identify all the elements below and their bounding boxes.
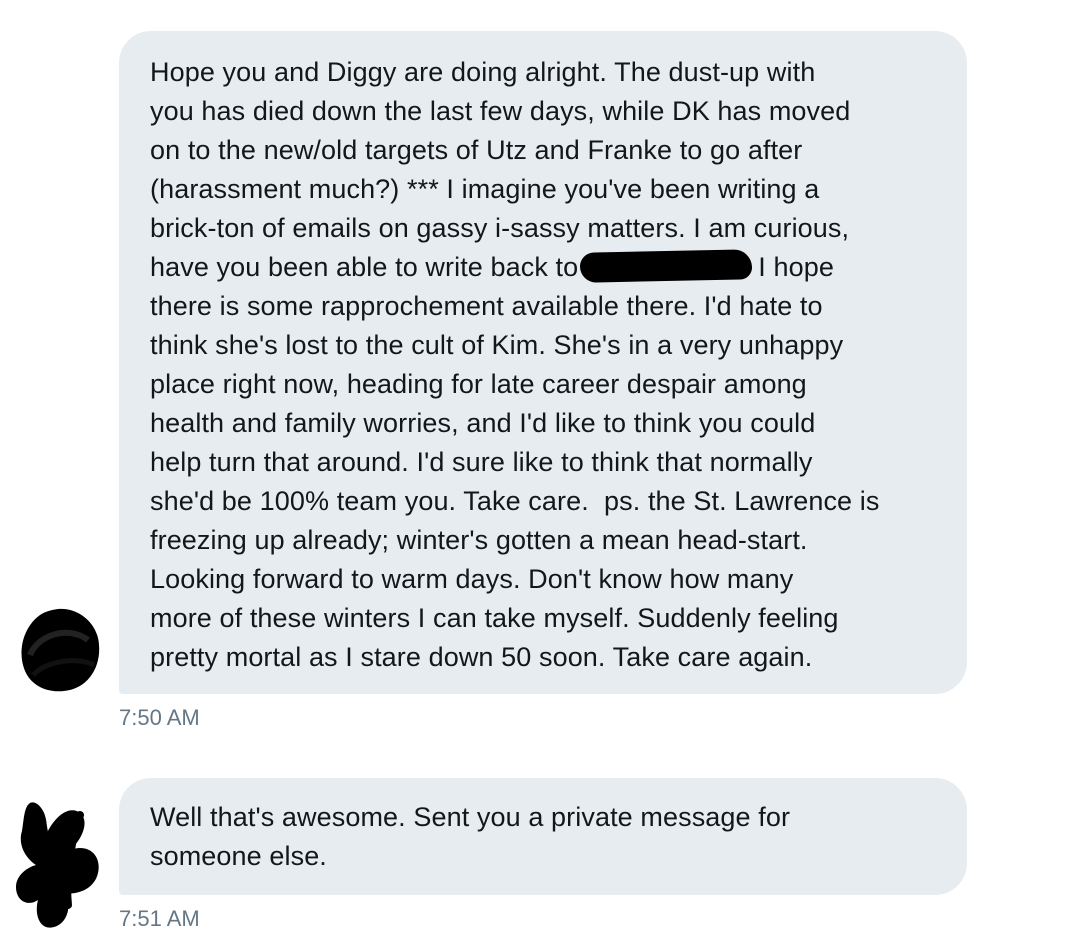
message-line: (harassment much?) *** I imagine you've … [150,174,820,204]
message-line: more of these winters I can take myself.… [150,603,839,633]
message-bubble[interactable]: Hope you and Diggy are doing alright. Th… [119,31,967,694]
message-line: brick-ton of emails on gassy i-sassy mat… [150,213,850,243]
message-line: you has died down the last few days, whi… [150,96,851,126]
message-line: on to the new/old targets of Utz and Fra… [150,135,803,165]
message-line: she'd be 100% team you. Take care. ps. t… [150,486,880,516]
message-line: freezing up already; winter's gotten a m… [150,525,808,555]
message-timestamp: 7:50 AM [119,705,200,730]
message-line: Well that's awesome. Sent you a private … [150,802,791,832]
message-line: pretty mortal as I stare down 50 soon. T… [150,642,813,672]
message-line: there is some rapprochement available th… [150,291,823,321]
message-line: place right now, heading for late career… [150,369,807,399]
message-line-with-redaction: have you been able to write back to I hop… [150,248,947,287]
message-line: Looking forward to warm days. Don't know… [150,564,794,594]
message-line: someone else. [150,841,327,871]
message-line: think she's lost to the cult of Kim. She… [150,330,844,360]
sender-avatar[interactable] [10,795,105,930]
redaction-mark [579,249,753,283]
message-text: have you been able to write back to [150,252,579,282]
message-line: Hope you and Diggy are doing alright. Th… [150,57,816,87]
dm-conversation: Hope you and Diggy are doing alright. Th… [0,0,1078,952]
message-line: help turn that around. I'd sure like to … [150,447,813,477]
redacted-avatar-icon [16,802,99,928]
message-bubble[interactable]: Well that's awesome. Sent you a private … [119,778,967,895]
message-timestamp: 7:51 AM [119,906,200,931]
sender-avatar[interactable] [18,605,102,695]
message-line: health and family worries, and I'd like … [150,408,816,438]
redacted-avatar-icon [21,608,100,692]
message-text: I hope [758,252,834,282]
